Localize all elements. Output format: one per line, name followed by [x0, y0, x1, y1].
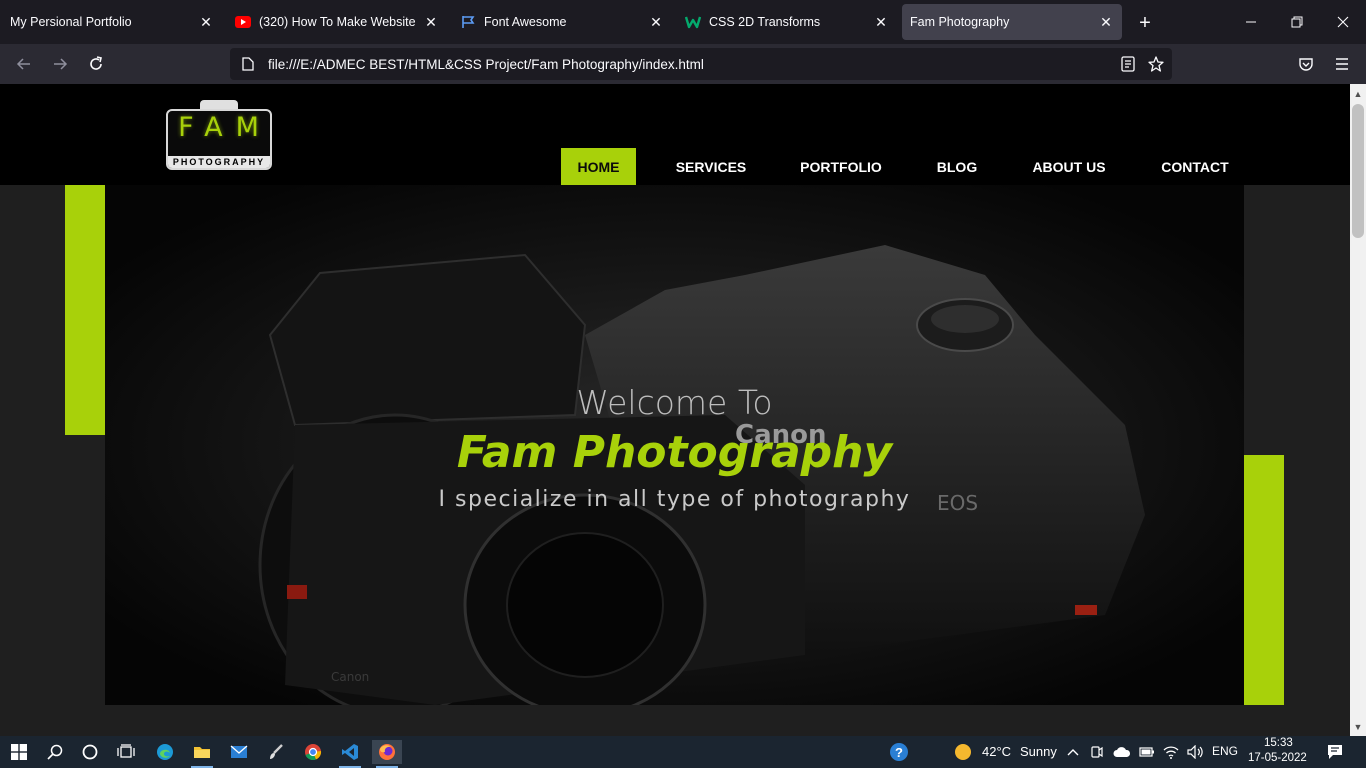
w3schools-icon	[685, 14, 701, 30]
tab-title: Fam Photography	[910, 15, 1010, 29]
tab-strip: My Persional Portfolio ✕ (320) How To Ma…	[0, 0, 1366, 44]
page-viewport: FAM PHOTOGRAPHY HOME SERVICES PORTFOLIO …	[0, 84, 1350, 736]
nav-item-contact[interactable]: CONTACT	[1149, 148, 1241, 185]
notifications-icon[interactable]	[1320, 740, 1350, 764]
vscode-icon[interactable]	[335, 740, 365, 768]
task-view-icon[interactable]	[111, 740, 141, 764]
nav-item-services[interactable]: SERVICES	[665, 148, 757, 185]
logo-subword: PHOTOGRAPHY	[168, 156, 270, 168]
cortana-icon[interactable]	[75, 740, 105, 764]
back-button[interactable]	[10, 50, 38, 78]
address-bar[interactable]: file:///E:/ADMEC BEST/HTML&CSS Project/F…	[230, 48, 1172, 80]
onedrive-cloud-icon[interactable]	[1110, 740, 1134, 764]
youtube-icon	[235, 14, 251, 30]
scroll-down-arrow[interactable]: ▼	[1350, 719, 1366, 735]
tab-youtube[interactable]: (320) How To Make Website Wit ✕	[227, 4, 447, 40]
mail-icon[interactable]	[224, 740, 254, 764]
tab-title: Font Awesome	[484, 15, 567, 29]
close-icon[interactable]: ✕	[423, 14, 439, 30]
paint-brush-icon[interactable]	[261, 740, 291, 764]
lens-brand: Canon	[331, 670, 369, 684]
tab-fam-photography[interactable]: Fam Photography ✕	[902, 4, 1122, 40]
menu-hamburger-icon[interactable]	[1328, 50, 1356, 78]
close-icon[interactable]: ✕	[198, 14, 214, 30]
weather-sun-icon[interactable]	[948, 740, 978, 764]
logo-word: FAM	[178, 112, 272, 143]
bookmark-star-icon[interactable]	[1146, 54, 1166, 74]
logo[interactable]: FAM PHOTOGRAPHY	[166, 100, 272, 170]
chrome-icon[interactable]	[298, 740, 328, 764]
tab-css-transforms[interactable]: CSS 2D Transforms ✕	[677, 4, 897, 40]
flag-icon	[460, 14, 476, 30]
new-tab-button[interactable]: +	[1132, 10, 1158, 36]
scrollbar-thumb[interactable]	[1352, 104, 1364, 238]
reader-view-icon[interactable]	[1118, 54, 1138, 74]
close-window-button[interactable]	[1320, 0, 1366, 44]
hero-banner: Canon EOS Canon Welcome To Fam Photograp…	[105, 185, 1244, 705]
file-explorer-icon[interactable]	[187, 740, 217, 768]
hero-tagline: I specialize in all type of photography	[438, 487, 911, 512]
forward-button[interactable]	[46, 50, 74, 78]
language-indicator[interactable]: ENG	[1212, 744, 1238, 758]
edge-icon[interactable]	[150, 740, 180, 764]
close-icon[interactable]: ✕	[1098, 14, 1114, 30]
windows-taskbar: ? 42°C Sunny ENG 15:33 17-05-2022	[0, 736, 1366, 768]
scroll-up-arrow[interactable]: ▲	[1350, 86, 1366, 102]
tab-font-awesome[interactable]: Font Awesome ✕	[452, 4, 672, 40]
wifi-icon[interactable]	[1160, 740, 1182, 764]
restore-button[interactable]	[1274, 0, 1320, 44]
nav-item-about-us[interactable]: ABOUT US	[1021, 148, 1117, 185]
nav-item-portfolio[interactable]: PORTFOLIO	[789, 148, 893, 185]
tab-title: My Persional Portfolio	[10, 15, 132, 29]
clock-time[interactable]: 15:33	[1264, 737, 1293, 749]
volume-icon[interactable]	[1184, 740, 1206, 764]
clock-date[interactable]: 17-05-2022	[1248, 752, 1307, 764]
search-icon[interactable]	[40, 740, 70, 764]
tab-title: (320) How To Make Website Wit	[259, 15, 417, 29]
battery-icon[interactable]	[1136, 740, 1158, 764]
hero-welcome: Welcome To	[576, 383, 773, 422]
weather-temp[interactable]: 42°C	[982, 744, 1011, 759]
hero-brand-title: Fam Photography	[456, 427, 893, 478]
svg-text:?: ?	[895, 745, 903, 760]
minimize-button[interactable]	[1228, 0, 1274, 44]
accent-bar-left	[65, 185, 105, 435]
weather-condition[interactable]: Sunny	[1020, 744, 1057, 759]
navigation-toolbar: file:///E:/ADMEC BEST/HTML&CSS Project/F…	[0, 44, 1366, 84]
help-icon[interactable]: ?	[884, 740, 914, 764]
meet-now-icon[interactable]	[1086, 740, 1108, 764]
nav-item-blog[interactable]: BLOG	[925, 148, 989, 185]
tab-my-portfolio[interactable]: My Persional Portfolio ✕	[2, 4, 222, 40]
close-icon[interactable]: ✕	[648, 14, 664, 30]
pocket-icon[interactable]	[1292, 50, 1320, 78]
firefox-icon[interactable]	[372, 740, 402, 768]
chevron-up-icon[interactable]	[1062, 740, 1084, 764]
accent-bar-right	[1244, 455, 1284, 705]
reload-button[interactable]	[82, 50, 110, 78]
tab-title: CSS 2D Transforms	[709, 15, 821, 29]
close-icon[interactable]: ✕	[873, 14, 889, 30]
windows-start-icon[interactable]	[4, 740, 34, 764]
page-icon	[240, 56, 256, 72]
url-text[interactable]: file:///E:/ADMEC BEST/HTML&CSS Project/F…	[268, 57, 704, 72]
site-header: FAM PHOTOGRAPHY HOME SERVICES PORTFOLIO …	[0, 84, 1350, 185]
nav-item-home[interactable]: HOME	[561, 148, 636, 185]
